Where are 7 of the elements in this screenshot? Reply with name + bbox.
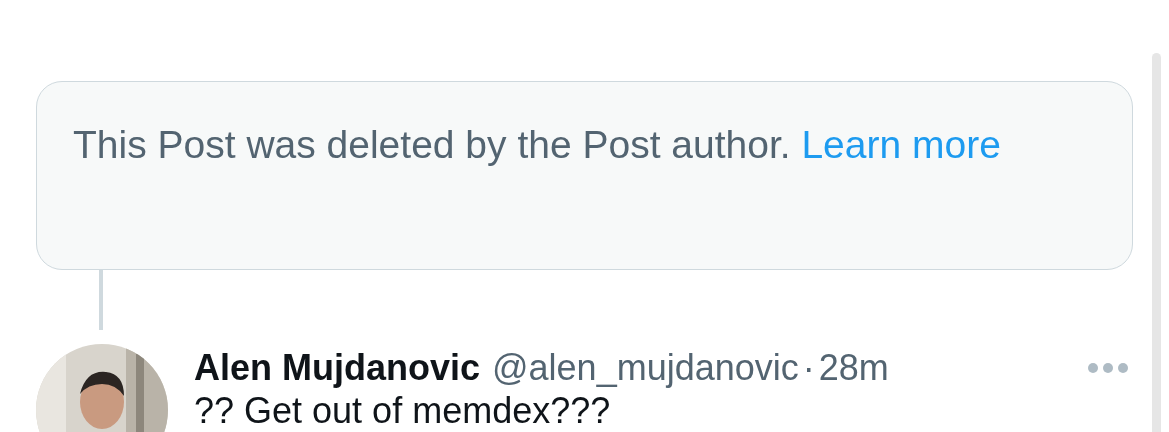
post-time[interactable]: 28m <box>818 346 889 390</box>
separator-dot: · <box>802 346 815 390</box>
author-name[interactable]: Alen Mujdanovic <box>194 346 481 390</box>
more-options-icon[interactable] <box>1087 362 1129 374</box>
author-handle[interactable]: @alen_mujdanovic <box>492 346 799 390</box>
notice-text: This Post was deleted by the Post author. Learn more <box>73 122 1002 168</box>
reply-text: ?? Get out of memdex??? <box>194 390 612 432</box>
